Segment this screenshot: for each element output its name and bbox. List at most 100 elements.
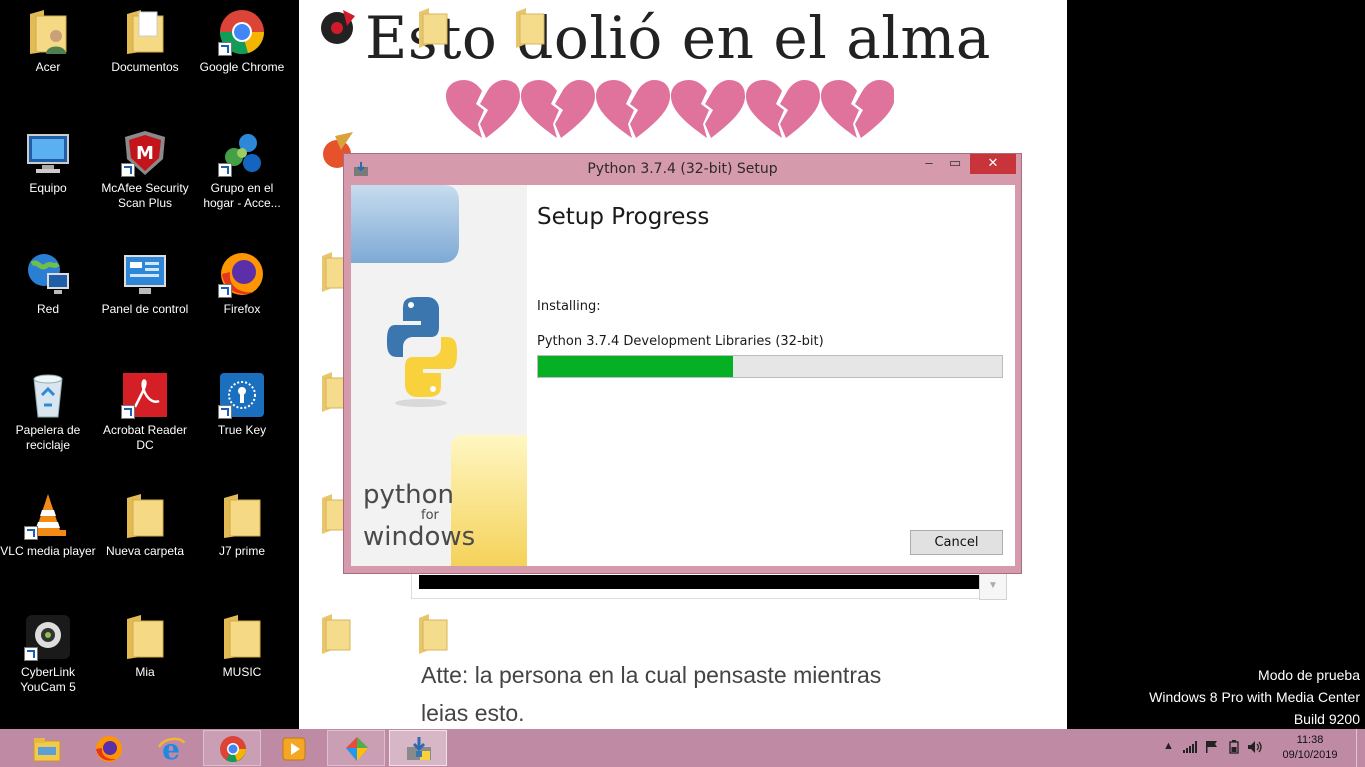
shortcut-arrow-icon	[121, 405, 135, 419]
desktop-icon-j7-prime[interactable]: J7 prime	[194, 492, 290, 559]
python-installer-icon	[407, 737, 431, 760]
test-mode-watermark: Modo de prueba Windows 8 Pro with Media …	[1149, 664, 1360, 730]
battery-icon[interactable]	[1227, 740, 1241, 754]
window-titlebar[interactable]: Python 3.7.4 (32-bit) Setup – ▭ ✕	[344, 154, 1021, 184]
wallpaper-message: Atte: la persona en la cual pensaste mie…	[421, 656, 981, 729]
desktop-icon-youcam[interactable]: CyberLink YouCam 5	[0, 613, 96, 695]
logo-word-for: for	[421, 508, 439, 523]
desktop-icon-red[interactable]: Red	[0, 250, 96, 317]
setup-content: Setup Progress Installing: Python 3.7.4 …	[527, 185, 1015, 566]
desktop-icon-label: Acer	[35, 60, 61, 74]
close-button[interactable]: ✕	[970, 154, 1016, 174]
window-client-area: python for windows Setup Progress Instal…	[351, 185, 1015, 566]
system-tray: ▲ 11:38 09/10/2019	[1145, 729, 1365, 767]
shortcut-arrow-icon	[218, 163, 232, 177]
desktop-icon-equipo[interactable]: Equipo	[0, 129, 96, 196]
taskbar-firefox[interactable]	[79, 730, 137, 766]
folder-icon	[127, 10, 164, 54]
desktop-icon-acrobat[interactable]: Acrobat Reader DC	[97, 371, 193, 453]
folder-icon	[127, 615, 164, 659]
taskbar-python-installer[interactable]	[389, 730, 447, 766]
flag-icon[interactable]	[1205, 740, 1219, 754]
wallpaper-title: Esto dolió en el alma	[365, 4, 991, 72]
desktop-icon-music[interactable]: MUSIC	[194, 613, 290, 680]
desktop-icon-label: CyberLink YouCam 5	[20, 665, 76, 694]
shortcut-arrow-icon	[218, 405, 232, 419]
installing-label: Installing:	[537, 299, 601, 314]
desktop-icon-google-chrome[interactable]: Google Chrome	[194, 8, 290, 75]
wallpaper-black-bar	[419, 575, 979, 589]
ghost-folder-icon	[516, 8, 545, 48]
desktop-icon-label: True Key	[217, 423, 267, 437]
speaker-icon[interactable]	[1247, 740, 1263, 754]
watermark-line: Modo de prueba	[1258, 667, 1360, 683]
media-player-icon	[282, 737, 306, 761]
python-setup-window: Python 3.7.4 (32-bit) Setup – ▭ ✕ python	[343, 153, 1022, 574]
desktop-icon-papelera[interactable]: Papelera de reciclaje	[0, 371, 96, 453]
internet-explorer-icon: e	[157, 735, 186, 763]
taskbar-file-explorer[interactable]	[17, 730, 75, 766]
taskbar-media-player[interactable]	[265, 730, 323, 766]
taskbar: e ▲ 11:38 09/10/2019	[0, 729, 1365, 767]
wallpaper-message-line1: Atte: la persona en la cual pensaste mie…	[421, 662, 882, 688]
taskbar-internet-explorer[interactable]: e	[141, 730, 199, 766]
desktop-icon-label: Google Chrome	[199, 60, 285, 74]
svg-text:M: M	[136, 143, 154, 164]
desktop-icon-acer[interactable]: Acer	[0, 8, 96, 75]
signal-bars-icon[interactable]	[1183, 741, 1197, 753]
watermark-line: Windows 8 Pro with Media Center	[1149, 689, 1360, 705]
paint-app-icon	[346, 737, 368, 761]
folder-icon	[127, 494, 164, 538]
desktop-icon-label: Acrobat Reader DC	[102, 423, 188, 452]
desktop-icon-label: Mia	[135, 665, 155, 679]
minimize-button[interactable]: –	[916, 154, 942, 174]
shortcut-arrow-icon	[121, 163, 135, 177]
desktop-icon-mcafee[interactable]: M McAfee Security Scan Plus	[97, 129, 193, 211]
desktop-icon-nueva-carpeta[interactable]: Nueva carpeta	[97, 492, 193, 559]
desktop-icon-mia[interactable]: Mia	[97, 613, 193, 680]
maximize-button[interactable]: ▭	[942, 154, 968, 174]
desktop-icon-label: McAfee Security Scan Plus	[101, 181, 189, 210]
desktop-icon-vlc[interactable]: VLC media player	[0, 492, 96, 559]
chevron-up-icon[interactable]: ▲	[1163, 740, 1174, 752]
file-explorer-icon	[33, 738, 61, 762]
logo-word-python: python	[363, 480, 454, 510]
folder-icon	[224, 615, 261, 659]
desktop-icon-label: Firefox	[223, 302, 261, 316]
ghost-music-app-icon	[321, 10, 355, 44]
cancel-button[interactable]: Cancel	[910, 530, 1003, 555]
firefox-icon	[96, 736, 122, 762]
taskbar-paint-app[interactable]	[327, 730, 385, 766]
desktop-icon-label: Red	[36, 302, 59, 316]
shortcut-arrow-icon	[218, 42, 232, 56]
desktop-icon-panel-control[interactable]: Panel de control	[97, 250, 193, 317]
control-panel-icon	[124, 255, 166, 294]
desktop-icon-label: Nueva carpeta	[105, 544, 185, 558]
clock-time: 11:38	[1296, 734, 1324, 746]
user-folder-icon	[30, 10, 67, 54]
shortcut-arrow-icon	[24, 647, 38, 661]
desktop-icon-true-key[interactable]: True Key	[194, 371, 290, 438]
desktop-icon-label: MUSIC	[222, 665, 262, 679]
desktop-icon-grupo-hogar[interactable]: Grupo en el hogar - Acce...	[194, 129, 290, 211]
shortcut-arrow-icon	[24, 526, 38, 540]
desktop-icon-label: Grupo en el hogar - Acce...	[203, 181, 281, 210]
folder-icon	[224, 494, 261, 538]
network-globe-icon	[28, 254, 69, 294]
computer-icon	[27, 134, 69, 173]
logo-word-windows: windows	[363, 522, 476, 552]
install-progress-bar	[537, 355, 1003, 378]
ghost-folder-icon	[419, 8, 448, 48]
page-title: Setup Progress	[537, 204, 710, 230]
desktop-icon-firefox[interactable]: Firefox	[194, 250, 290, 317]
desktop-icon-label: Panel de control	[101, 302, 189, 316]
desktop-icon-label: J7 prime	[218, 544, 265, 558]
show-desktop-button[interactable]	[1356, 729, 1365, 767]
desktop-icon-label: VLC media player	[0, 544, 96, 558]
chevron-down-icon: ▼	[979, 572, 1007, 600]
desktop-icon-label: Documentos	[111, 60, 179, 74]
taskbar-chrome[interactable]	[203, 730, 261, 766]
setup-sidebar: python for windows	[351, 185, 527, 566]
desktop-icon-documentos[interactable]: Documentos	[97, 8, 193, 75]
taskbar-clock[interactable]: 11:38 09/10/2019	[1275, 733, 1345, 763]
